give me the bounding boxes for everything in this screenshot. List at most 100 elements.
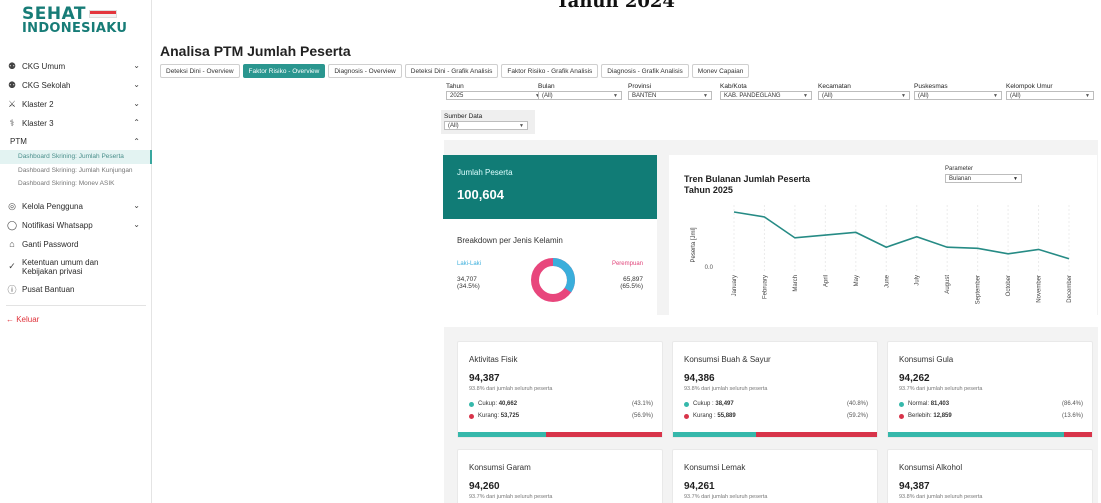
sidebar-item-label: CKG Umum — [22, 62, 66, 71]
row-pct: (13.6%) — [1061, 413, 1083, 419]
chevron-down-icon: ⌄ — [133, 80, 140, 89]
info-icon: ⓘ — [7, 284, 17, 295]
tab-faktor-risiko-grafik[interactable]: Faktor Risiko - Grafik Analisis — [501, 64, 599, 78]
row-value: 53,725 — [500, 413, 520, 419]
metric-row-good: Normal: 81,403 (86.4%) — [899, 401, 1083, 407]
select-value: (All) — [1010, 92, 1021, 99]
metric-ratio-bar — [888, 432, 1092, 437]
filter-label: Provinsi — [628, 83, 652, 90]
tab-deteksi-dini-grafik[interactable]: Deteksi Dini - Grafik Analisis — [404, 64, 499, 78]
row-label: Berlebih: — [908, 413, 932, 419]
sidebar-item-label: Klaster 3 — [22, 119, 54, 128]
filter-kecamatan: Kecamatan (All) ▼ — [818, 83, 910, 100]
sidebar-item-pusat-bantuan[interactable]: ⓘ Pusat Bantuan — [0, 280, 152, 299]
metric-title: Konsumsi Garam — [469, 463, 531, 472]
metric-title: Konsumsi Lemak — [684, 463, 746, 472]
sidebar-item-label: Klaster 2 — [22, 100, 54, 109]
x-tick-label: August — [945, 275, 951, 294]
metric-sub: 93.8% dari jumlah seluruh peserta — [684, 386, 768, 392]
metric-value: 94,387 — [469, 373, 500, 384]
tab-faktor-risiko-overview[interactable]: Faktor Risiko - Overview — [242, 64, 326, 78]
sidebar-item-ptm[interactable]: PTM ⌃ — [0, 133, 152, 150]
good-dot-icon — [469, 401, 474, 407]
kpi-card-jumlah-peserta: Jumlah Peserta 100,604 — [443, 155, 657, 219]
x-tick-label: May — [854, 275, 860, 286]
select-value: (All) — [918, 92, 929, 99]
tab-monev-capaian[interactable]: Monev Capaian — [691, 64, 750, 78]
ratio-bar-good — [888, 432, 1065, 437]
tab-deteksi-dini-overview[interactable]: Deteksi Dini - Overview — [160, 64, 240, 78]
app-logo[interactable]: SEHAT INDONESIAKU — [22, 6, 127, 36]
sidebar-item-ckg-umum[interactable]: ⚉ CKG Umum ⌄ — [0, 57, 152, 76]
row-label: Normal: — [908, 401, 930, 407]
gender-donut-chart[interactable] — [529, 256, 577, 304]
sidebar-item-label: CKG Sekolah — [22, 81, 71, 90]
female-value: 65,897 — [623, 276, 643, 283]
metric-card-konsumsi-garam: Konsumsi Garam 94,260 93.7% dari jumlah … — [457, 449, 663, 503]
metric-row-bad: Berlebih: 12,859 (13.6%) — [899, 413, 1083, 419]
male-pct: (34.5%) — [457, 283, 480, 290]
female-pct: (65.5%) — [620, 283, 643, 290]
metric-value: 94,386 — [684, 373, 715, 384]
tab-diagnosis-grafik[interactable]: Diagnosis - Grafik Analisis — [601, 64, 689, 78]
bulan-select[interactable]: (All) ▼ — [538, 91, 622, 100]
dashboard-tabs: Deteksi Dini - Overview Faktor Risiko - … — [160, 64, 752, 78]
shield-check-icon: ✓ — [8, 261, 16, 271]
metric-title: Konsumsi Alkohol — [899, 463, 963, 472]
logout-button[interactable]: ← Keluar — [0, 312, 152, 328]
sumber-data-select[interactable]: (All) ▼ — [444, 121, 528, 130]
male-stats: 34,707 (34.5%) — [457, 276, 480, 290]
trend-series-line — [733, 211, 1070, 260]
chevron-up-icon: ⌃ — [133, 137, 140, 146]
select-value: (All) — [448, 122, 459, 129]
metric-row-good: Cukup : 38,497 (40.8%) — [684, 401, 868, 407]
breakdown-title: Breakdown per Jenis Kelamin — [457, 236, 563, 245]
ratio-bar-good — [458, 432, 546, 437]
ratio-bar-bad — [756, 432, 877, 437]
y-axis-label: Peserta [Jml] — [691, 227, 697, 262]
ratio-bar-bad — [545, 432, 662, 437]
kpi-title: Jumlah Peserta — [457, 168, 513, 177]
filter-label: Kelompok Umur — [1006, 83, 1053, 90]
sidebar-item-kelola-pengguna[interactable]: ◎ Kelola Pengguna ⌄ — [0, 197, 152, 216]
sidebar-item-ckg-sekolah[interactable]: ⚉ CKG Sekolah ⌄ — [0, 76, 152, 95]
sidebar-item-label: Notifikasi Whatsapp — [22, 220, 93, 230]
good-dot-icon — [899, 401, 904, 407]
page-title: Analisa PTM Jumlah Peserta — [160, 43, 351, 59]
ratio-bar-good — [673, 432, 757, 437]
puskesmas-select[interactable]: (All) ▼ — [914, 91, 1002, 100]
sidebar-item-ketentuan[interactable]: ✓ Ketentuan umum dan Kebijakan privasi — [0, 254, 152, 280]
tahun-select[interactable]: 2025▼ — [446, 91, 544, 100]
tab-diagnosis-overview[interactable]: Diagnosis - Overview — [328, 64, 402, 78]
sidebar-subitem-jumlah-peserta[interactable]: Dashboard Skrining: Jumlah Peserta — [0, 150, 152, 164]
filter-label: Tahun — [446, 83, 464, 90]
bad-dot-icon — [899, 413, 904, 419]
select-value: (All) — [542, 92, 553, 99]
good-dot-icon — [684, 401, 689, 407]
filter-provinsi: Provinsi BANTEN ▼ — [628, 83, 712, 100]
trend-line-chart[interactable]: Peserta [Jml] 0.0 January February March Ap… — [669, 155, 1097, 316]
metric-value: 94,261 — [684, 481, 715, 492]
sidebar-subitem-jumlah-kunjungan[interactable]: Dashboard Skrining: Jumlah Kunjungan — [0, 164, 152, 178]
dropdown-arrow-icon: ▼ — [613, 92, 618, 99]
kelompok-umur-select[interactable]: (All) ▼ — [1006, 91, 1094, 100]
sidebar-item-ganti-password[interactable]: ⌂ Ganti Password — [0, 235, 152, 254]
provinsi-select[interactable]: BANTEN ▼ — [628, 91, 712, 100]
kecamatan-select[interactable]: (All) ▼ — [818, 91, 910, 100]
filter-label: Puskesmas — [914, 83, 948, 90]
trend-chart-card: Tren Bulanan Jumlah Peserta Tahun 2025 P… — [669, 155, 1097, 316]
sidebar-item-notifikasi-whatsapp[interactable]: ◯ Notifikasi Whatsapp ⌄ — [0, 216, 152, 235]
row-pct: (59.2%) — [846, 413, 868, 419]
sidebar-item-label: Kelola Pengguna — [22, 201, 83, 211]
sidebar-subitem-monev-asik[interactable]: Dashboard Skrining: Monev ASIK — [0, 177, 152, 191]
sidebar-item-klaster-3[interactable]: ⚕ Klaster 3 ⌃ — [0, 114, 152, 133]
row-pct: (86.4%) — [1061, 401, 1083, 407]
sidebar-item-klaster-2[interactable]: ⚔ Klaster 2 ⌄ — [0, 95, 152, 114]
chevron-down-icon: ⌄ — [133, 219, 140, 229]
row-label: Kurang : — [693, 413, 716, 419]
row-label: Cukup: — [478, 401, 498, 407]
lock-icon: ⌂ — [9, 239, 15, 249]
kabkota-select[interactable]: KAB. PANDEGLANG ▼ — [720, 91, 812, 100]
metric-sub: 93.8% dari jumlah seluruh peserta — [469, 386, 553, 392]
filter-sumber-data-inner: Sumber Data (All) ▼ — [444, 113, 532, 130]
